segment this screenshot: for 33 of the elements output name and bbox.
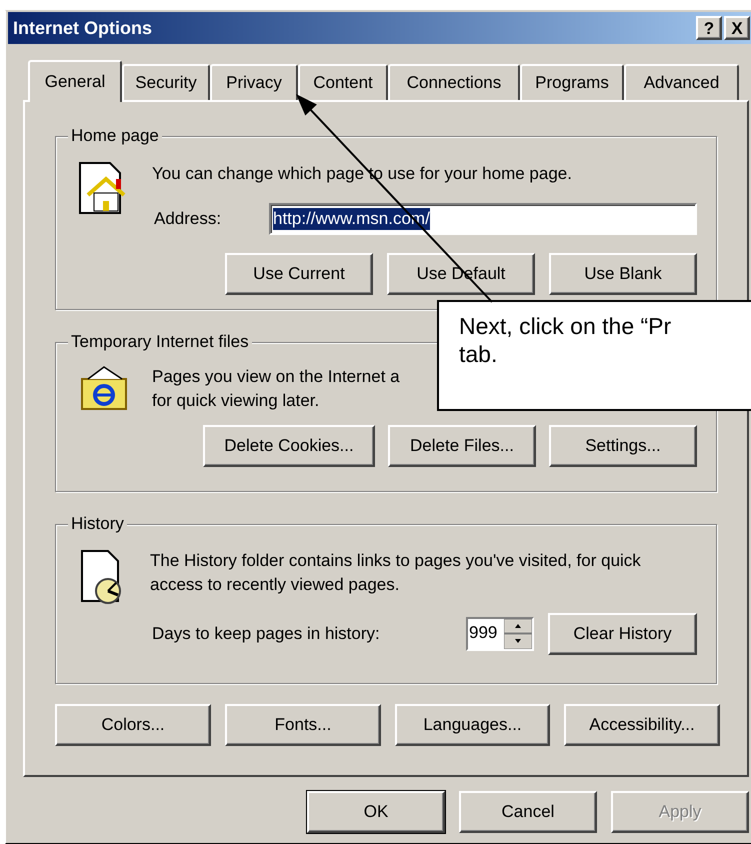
help-button[interactable]: ? — [696, 16, 722, 40]
history-description: The History folder contains links to pages you've visited, for quick access to recently viewed pages. — [150, 550, 642, 596]
temporary-files-button[interactable]: Delete Cookies... — [203, 425, 375, 467]
temporary-files-button[interactable]: Settings... — [549, 425, 697, 467]
home-page-button[interactable]: Use Current — [225, 253, 373, 295]
temporary-files-button[interactable]: Delete Files... — [388, 425, 536, 467]
callout-text: Next, click on the “Pr tab. — [459, 312, 672, 368]
tab[interactable]: Programs — [520, 64, 624, 100]
tab[interactable]: General — [28, 60, 122, 102]
folder-icon — [78, 365, 130, 413]
tab[interactable]: Privacy — [210, 64, 298, 100]
dialog-button[interactable]: OK — [307, 791, 445, 833]
spinner-arrows-icon[interactable] — [504, 619, 532, 649]
house-page-icon — [78, 161, 128, 215]
temporary-files-description: Pages you view on the Internet a for quick viewing later. — [152, 366, 400, 412]
dialog-button[interactable]: Cancel — [459, 791, 597, 833]
browser-option-button[interactable]: Languages... — [395, 704, 550, 746]
tab[interactable]: Connections — [388, 64, 520, 100]
close-button[interactable]: X — [724, 16, 750, 40]
browser-option-button[interactable]: Colors... — [55, 704, 211, 746]
address-label: Address: — [154, 208, 222, 230]
tab[interactable]: Content — [298, 64, 388, 100]
clear-history-button[interactable]: Clear History — [548, 613, 697, 655]
window-title: Internet Options — [13, 16, 153, 40]
address-field[interactable]: http://www.msn.com/ — [269, 203, 697, 235]
browser-option-button[interactable]: Fonts... — [225, 704, 381, 746]
tab[interactable]: Advanced — [624, 64, 739, 100]
days-spinner[interactable]: 999 — [466, 617, 534, 651]
tab[interactable]: Security — [122, 64, 210, 100]
home-page-button[interactable]: Use Blank — [549, 253, 697, 295]
days-value: 999 — [468, 622, 498, 644]
browser-option-button[interactable]: Accessibility... — [564, 704, 720, 746]
days-label: Days to keep pages in history: — [152, 623, 381, 646]
